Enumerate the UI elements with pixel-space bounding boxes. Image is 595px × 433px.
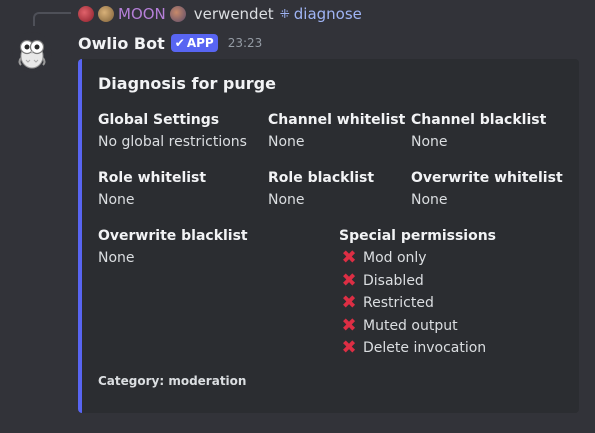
field-value: None bbox=[411, 134, 448, 150]
moon-emoji-icon bbox=[169, 6, 186, 22]
permission-list: ✖ Mod only ✖ Disabled ✖ Restricted ✖ Mut… bbox=[339, 247, 496, 360]
reply-username[interactable]: MOON bbox=[118, 5, 166, 23]
field-overwrite-blacklist: Overwrite blacklist None bbox=[98, 227, 248, 270]
field-name: Special permissions bbox=[339, 228, 497, 244]
field-name: Role blacklist bbox=[268, 170, 375, 186]
app-badge-label: APP bbox=[186, 36, 214, 50]
field-overwrite-whitelist: Overwrite whitelist None bbox=[411, 169, 563, 212]
embed-title: Diagnosis for purge bbox=[98, 74, 276, 93]
reply-connector bbox=[33, 12, 71, 26]
field-value: No global restrictions bbox=[98, 134, 247, 150]
owl-avatar-icon bbox=[18, 39, 46, 69]
permission-label: Disabled bbox=[363, 272, 424, 289]
field-value: None bbox=[411, 192, 448, 208]
permission-label: Restricted bbox=[363, 295, 434, 312]
field-name: Role whitelist bbox=[98, 170, 207, 186]
field-value: None bbox=[268, 134, 305, 150]
bot-avatar[interactable] bbox=[12, 32, 52, 72]
reply-context[interactable]: MOON verwendet ⁜ diagnose bbox=[78, 4, 362, 24]
permission-item: ✖ Restricted bbox=[339, 292, 496, 315]
permission-item: ✖ Mod only bbox=[339, 247, 496, 270]
slash-command-icon: ⁜ bbox=[279, 7, 290, 21]
permission-label: Muted output bbox=[363, 317, 458, 334]
message-header: Owlio Bot ✔ APP 23:23 bbox=[78, 32, 262, 54]
permission-item: ✖ Muted output bbox=[339, 315, 496, 338]
permission-label: Delete invocation bbox=[363, 340, 487, 357]
app-badge: ✔ APP bbox=[170, 34, 218, 52]
field-value: None bbox=[98, 192, 135, 208]
field-channel-whitelist: Channel whitelist None bbox=[268, 111, 405, 154]
field-channel-blacklist: Channel blacklist None bbox=[411, 111, 546, 154]
field-global-settings: Global Settings No global restrictions bbox=[98, 111, 247, 154]
verified-check-icon: ✔ bbox=[174, 36, 185, 50]
bot-username[interactable]: Owlio Bot bbox=[78, 34, 165, 53]
moon-avatar bbox=[98, 6, 114, 22]
cross-mark-icon: ✖ bbox=[341, 314, 357, 336]
message-timestamp[interactable]: 23:23 bbox=[228, 36, 263, 50]
field-value: None bbox=[98, 250, 135, 266]
cross-mark-icon: ✖ bbox=[341, 337, 357, 359]
cross-mark-icon: ✖ bbox=[341, 269, 357, 291]
permission-item: ✖ Delete invocation bbox=[339, 337, 496, 360]
embed-card: Diagnosis for purge Global Settings No g… bbox=[78, 59, 579, 413]
field-name: Channel blacklist bbox=[411, 112, 547, 128]
reply-user-avatar bbox=[78, 6, 94, 22]
permission-label: Mod only bbox=[363, 250, 427, 267]
field-value: None bbox=[268, 192, 305, 208]
field-special-permissions: Special permissions ✖ Mod only ✖ Disable… bbox=[339, 227, 496, 360]
permission-item: ✖ Disabled bbox=[339, 270, 496, 293]
field-name: Overwrite whitelist bbox=[411, 170, 563, 186]
field-role-blacklist: Role blacklist None bbox=[268, 169, 374, 212]
field-name: Channel whitelist bbox=[268, 112, 406, 128]
field-name: Overwrite blacklist bbox=[98, 228, 248, 244]
cross-mark-icon: ✖ bbox=[341, 247, 357, 269]
embed-footer: Category: moderation bbox=[98, 374, 247, 388]
reply-action-text: verwendet bbox=[193, 5, 274, 23]
cross-mark-icon: ✖ bbox=[341, 292, 357, 314]
field-role-whitelist: Role whitelist None bbox=[98, 169, 206, 212]
command-name[interactable]: diagnose bbox=[294, 5, 362, 23]
field-name: Global Settings bbox=[98, 112, 220, 128]
